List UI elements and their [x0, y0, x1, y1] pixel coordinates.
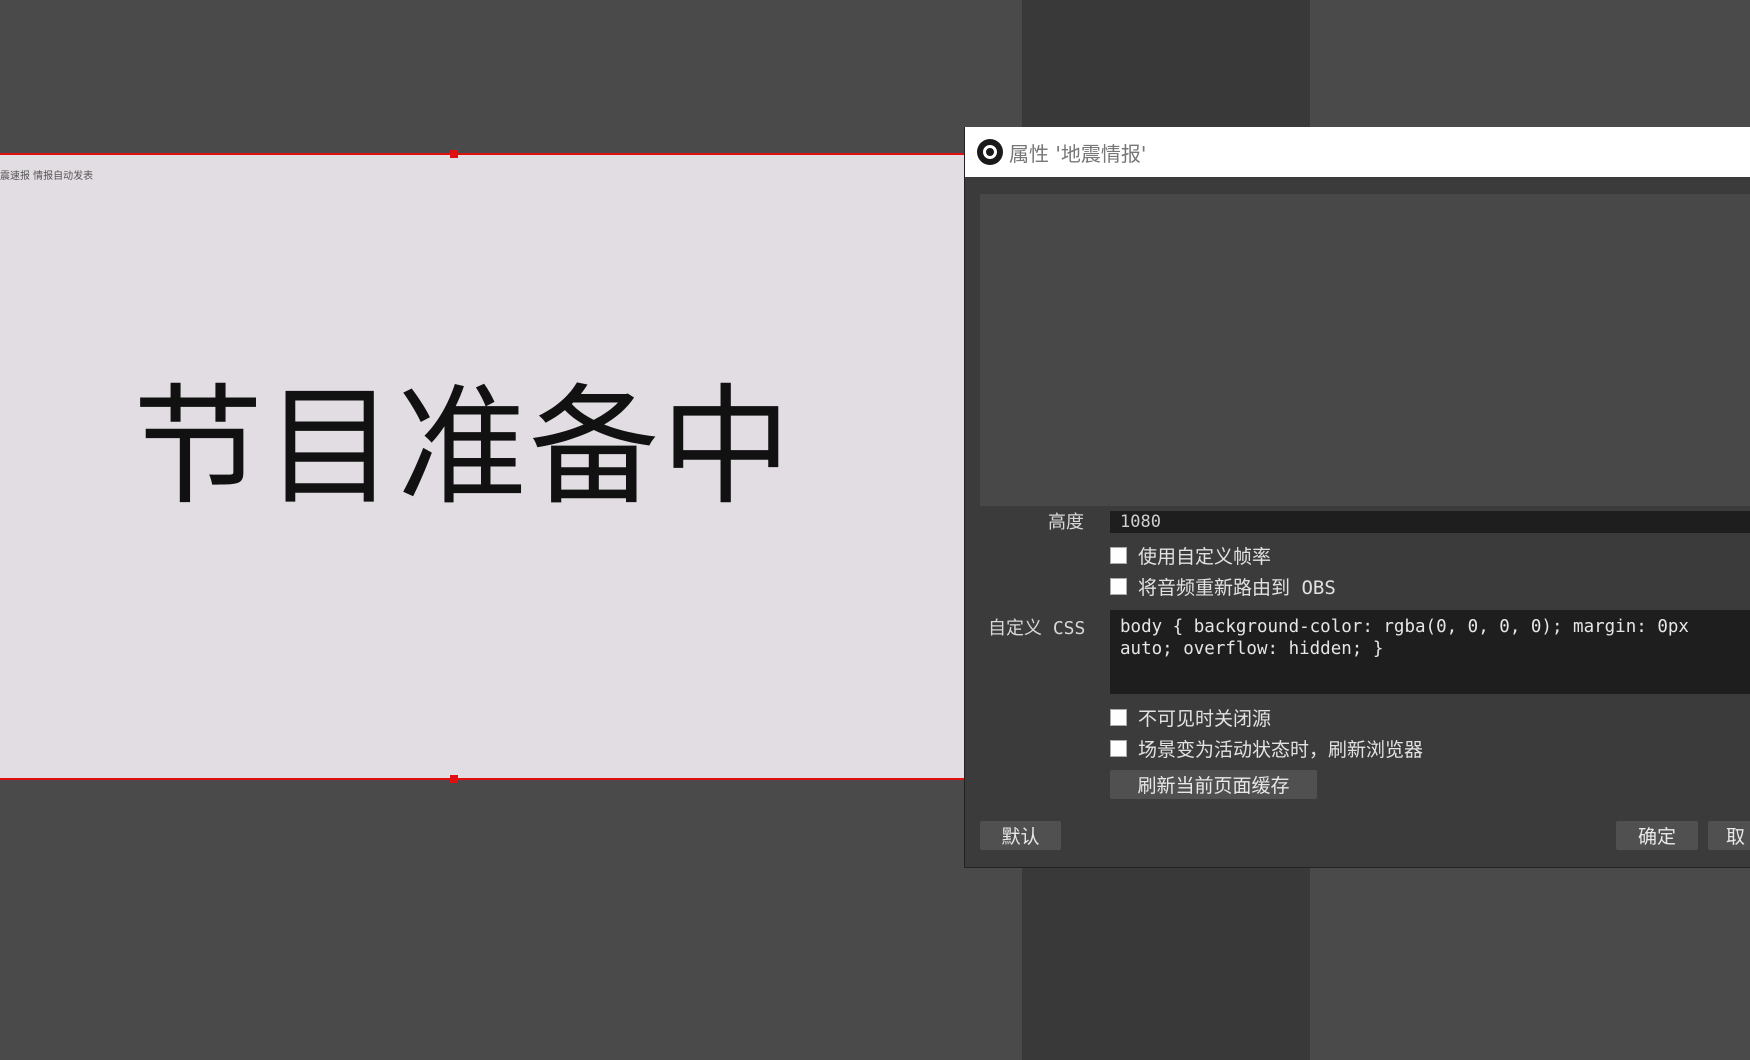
properties-dialog: 属性 '地震情报' 高度 使用自定义帧率 将音频重新路由到 OBS 自定义 CS… [964, 127, 1750, 868]
browser-source-preview [980, 194, 1750, 506]
preview-caption: 震速报 情报自动发表 [0, 171, 94, 182]
refresh-on-active-checkbox-row[interactable]: 场景变为活动状态时，刷新浏览器 [1110, 735, 1423, 762]
default-button[interactable]: 默认 [980, 821, 1061, 850]
height-input[interactable] [1110, 511, 1750, 533]
custom-css-label: 自定义 CSS [988, 618, 1086, 639]
custom-framerate-checkbox[interactable] [1110, 547, 1127, 564]
reroute-audio-checkbox[interactable] [1110, 578, 1127, 595]
resize-handle-top[interactable] [450, 150, 458, 158]
custom-framerate-label: 使用自定义帧率 [1138, 546, 1272, 568]
height-label: 高度 [1048, 512, 1084, 533]
shutdown-invisible-label: 不可见时关闭源 [1138, 708, 1272, 730]
refresh-on-active-checkbox[interactable] [1110, 740, 1127, 757]
ok-button[interactable]: 确定 [1616, 821, 1698, 850]
custom-css-textarea[interactable]: body { background-color: rgba(0, 0, 0, 0… [1110, 610, 1750, 694]
custom-framerate-checkbox-row[interactable]: 使用自定义帧率 [1110, 542, 1271, 569]
resize-handle-bottom[interactable] [450, 775, 458, 783]
shutdown-invisible-checkbox[interactable] [1110, 709, 1127, 726]
refresh-on-active-label: 场景变为活动状态时，刷新浏览器 [1138, 739, 1424, 761]
reroute-audio-checkbox-row[interactable]: 将音频重新路由到 OBS [1110, 573, 1336, 600]
preview-source[interactable]: 震速报 情报自动发表 节目准备中 [0, 150, 964, 783]
reroute-audio-label: 将音频重新路由到 OBS [1138, 577, 1336, 599]
refresh-cache-button[interactable]: 刷新当前页面缓存 [1110, 770, 1317, 799]
preview-main-text: 节目准备中 [133, 371, 794, 523]
dialog-title: 属性 '地震情报' [1009, 141, 1147, 166]
dialog-titlebar[interactable]: 属性 '地震情报' [965, 127, 1750, 177]
obs-logo-icon [977, 139, 1003, 165]
shutdown-invisible-checkbox-row[interactable]: 不可见时关闭源 [1110, 704, 1271, 731]
cancel-button[interactable]: 取 [1708, 821, 1750, 850]
